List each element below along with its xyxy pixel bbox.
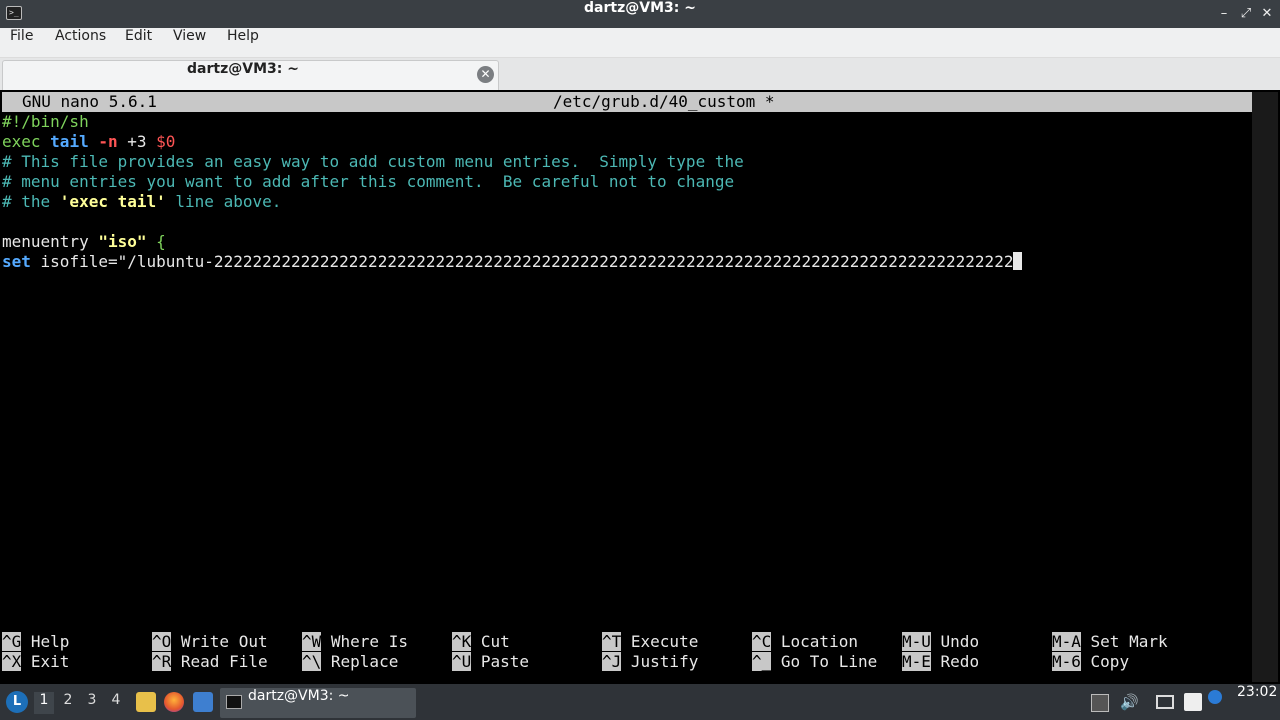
terminal-view[interactable]: GNU nano 5.6.1 /etc/grub.d/40_custom * #… xyxy=(0,90,1280,684)
code-token: tail xyxy=(50,132,89,151)
file-manager-icon[interactable] xyxy=(136,692,156,712)
nano-filename: /etc/grub.d/40_custom * xyxy=(553,92,775,111)
code-token: -n xyxy=(98,132,118,151)
workspace-1[interactable]: 1 xyxy=(34,692,54,714)
editor-line-4: # menu entries you want to add after thi… xyxy=(2,172,735,191)
menu-edit[interactable]: Edit xyxy=(125,28,152,44)
shortcut-paste: ^U Paste xyxy=(452,652,530,671)
taskbar-task-terminal[interactable]: dartz@VM3: ~ xyxy=(220,688,416,718)
code-token: $0 xyxy=(156,132,176,151)
code-token: isofile="/lubuntu-2222222222222222222222… xyxy=(30,252,1014,271)
close-button[interactable]: ✕ xyxy=(1257,4,1277,24)
start-menu-icon[interactable]: L xyxy=(6,691,28,713)
show-desktop-icon[interactable] xyxy=(193,692,213,712)
code-token: "iso" xyxy=(98,232,147,251)
minimize-button[interactable]: – xyxy=(1214,4,1234,24)
shortcut-where-is: ^W Where Is xyxy=(302,632,408,651)
code-token: exec xyxy=(2,132,41,151)
workspace-2[interactable]: 2 xyxy=(58,692,78,714)
shortcut-undo: M-U Undo xyxy=(902,632,980,651)
menu-view[interactable]: View xyxy=(173,28,206,44)
workspace-4[interactable]: 4 xyxy=(106,692,126,714)
code-token: 'exec tail' xyxy=(59,192,166,211)
editor-line-7: menuentry "iso" { xyxy=(2,232,166,252)
shortcut-redo: M-E Redo xyxy=(902,652,980,671)
shortcut-execute: ^T Execute xyxy=(602,632,699,651)
tray-up-arrow-icon[interactable] xyxy=(1091,694,1109,712)
tab-close-icon[interactable]: ✕ xyxy=(477,66,494,83)
shortcut-exit: ^X Exit xyxy=(2,652,70,671)
menu-bar: File Actions Edit View Help xyxy=(0,28,1280,58)
clipboard-icon[interactable] xyxy=(1184,693,1202,711)
code-token: menuentry xyxy=(2,232,99,251)
editor-line-2: exec tail -n +3 $0 xyxy=(2,132,175,152)
editor-line-5: # the 'exec tail' line above. xyxy=(2,192,281,212)
tab-title: dartz@VM3: ~ xyxy=(187,61,299,77)
task-label: dartz@VM3: ~ xyxy=(248,688,350,704)
editor-line-8: set isofile="/lubuntu-222222222222222222… xyxy=(2,252,1023,272)
shortcut-justify: ^J Justify xyxy=(602,652,699,671)
maximize-button[interactable]: ⤢ xyxy=(1236,4,1256,24)
nano-header: GNU nano 5.6.1 /etc/grub.d/40_custom * xyxy=(2,92,1252,112)
shortcut-cut: ^K Cut xyxy=(452,632,510,651)
shortcut-set-mark: M-A Set Mark xyxy=(1052,632,1168,651)
terminal-icon xyxy=(226,695,242,709)
shortcut-location: ^C Location xyxy=(752,632,858,651)
code-token: set xyxy=(2,252,31,271)
nano-version: GNU nano 5.6.1 xyxy=(22,92,157,111)
shortcut-write-out: ^O Write Out xyxy=(152,632,268,651)
menu-actions[interactable]: Actions xyxy=(55,28,106,44)
editor-line-3: # This file provides an easy way to add … xyxy=(2,152,744,171)
window-titlebar[interactable]: >_ dartz@VM3: ~ – ⤢ ✕ xyxy=(0,0,1280,28)
text-cursor xyxy=(1013,252,1023,270)
taskbar: L 1 2 3 4 dartz@VM3: ~ 🔊 23:02 xyxy=(0,684,1280,720)
shortcut-copy: M-6 Copy xyxy=(1052,652,1130,671)
menu-help[interactable]: Help xyxy=(227,28,259,44)
network-icon[interactable] xyxy=(1156,695,1174,709)
menu-file[interactable]: File xyxy=(10,28,33,44)
editor-line-1: #!/bin/sh xyxy=(2,112,89,131)
clock[interactable]: 23:02 xyxy=(1237,684,1277,700)
firefox-icon[interactable] xyxy=(164,692,184,712)
window-title: dartz@VM3: ~ xyxy=(584,0,696,16)
shortcut-go-to-line: ^_ Go To Line xyxy=(752,652,878,671)
shortcut-read-file: ^R Read File xyxy=(152,652,268,671)
code-token: +3 xyxy=(127,132,147,151)
code-token: line above. xyxy=(165,192,282,211)
code-token: # the xyxy=(2,192,60,211)
shortcut-help: ^G Help xyxy=(2,632,70,651)
tab-bar: dartz@VM3: ~ ✕ xyxy=(0,58,1280,90)
terminal-tab[interactable]: dartz@VM3: ~ ✕ xyxy=(2,60,499,90)
workspace-3[interactable]: 3 xyxy=(82,692,102,714)
code-token: { xyxy=(146,232,166,251)
update-notification-icon[interactable] xyxy=(1208,690,1222,704)
volume-icon[interactable]: 🔊 xyxy=(1120,693,1139,711)
terminal-scrollbar[interactable] xyxy=(1252,92,1278,682)
shortcut-replace: ^\ Replace xyxy=(302,652,399,671)
